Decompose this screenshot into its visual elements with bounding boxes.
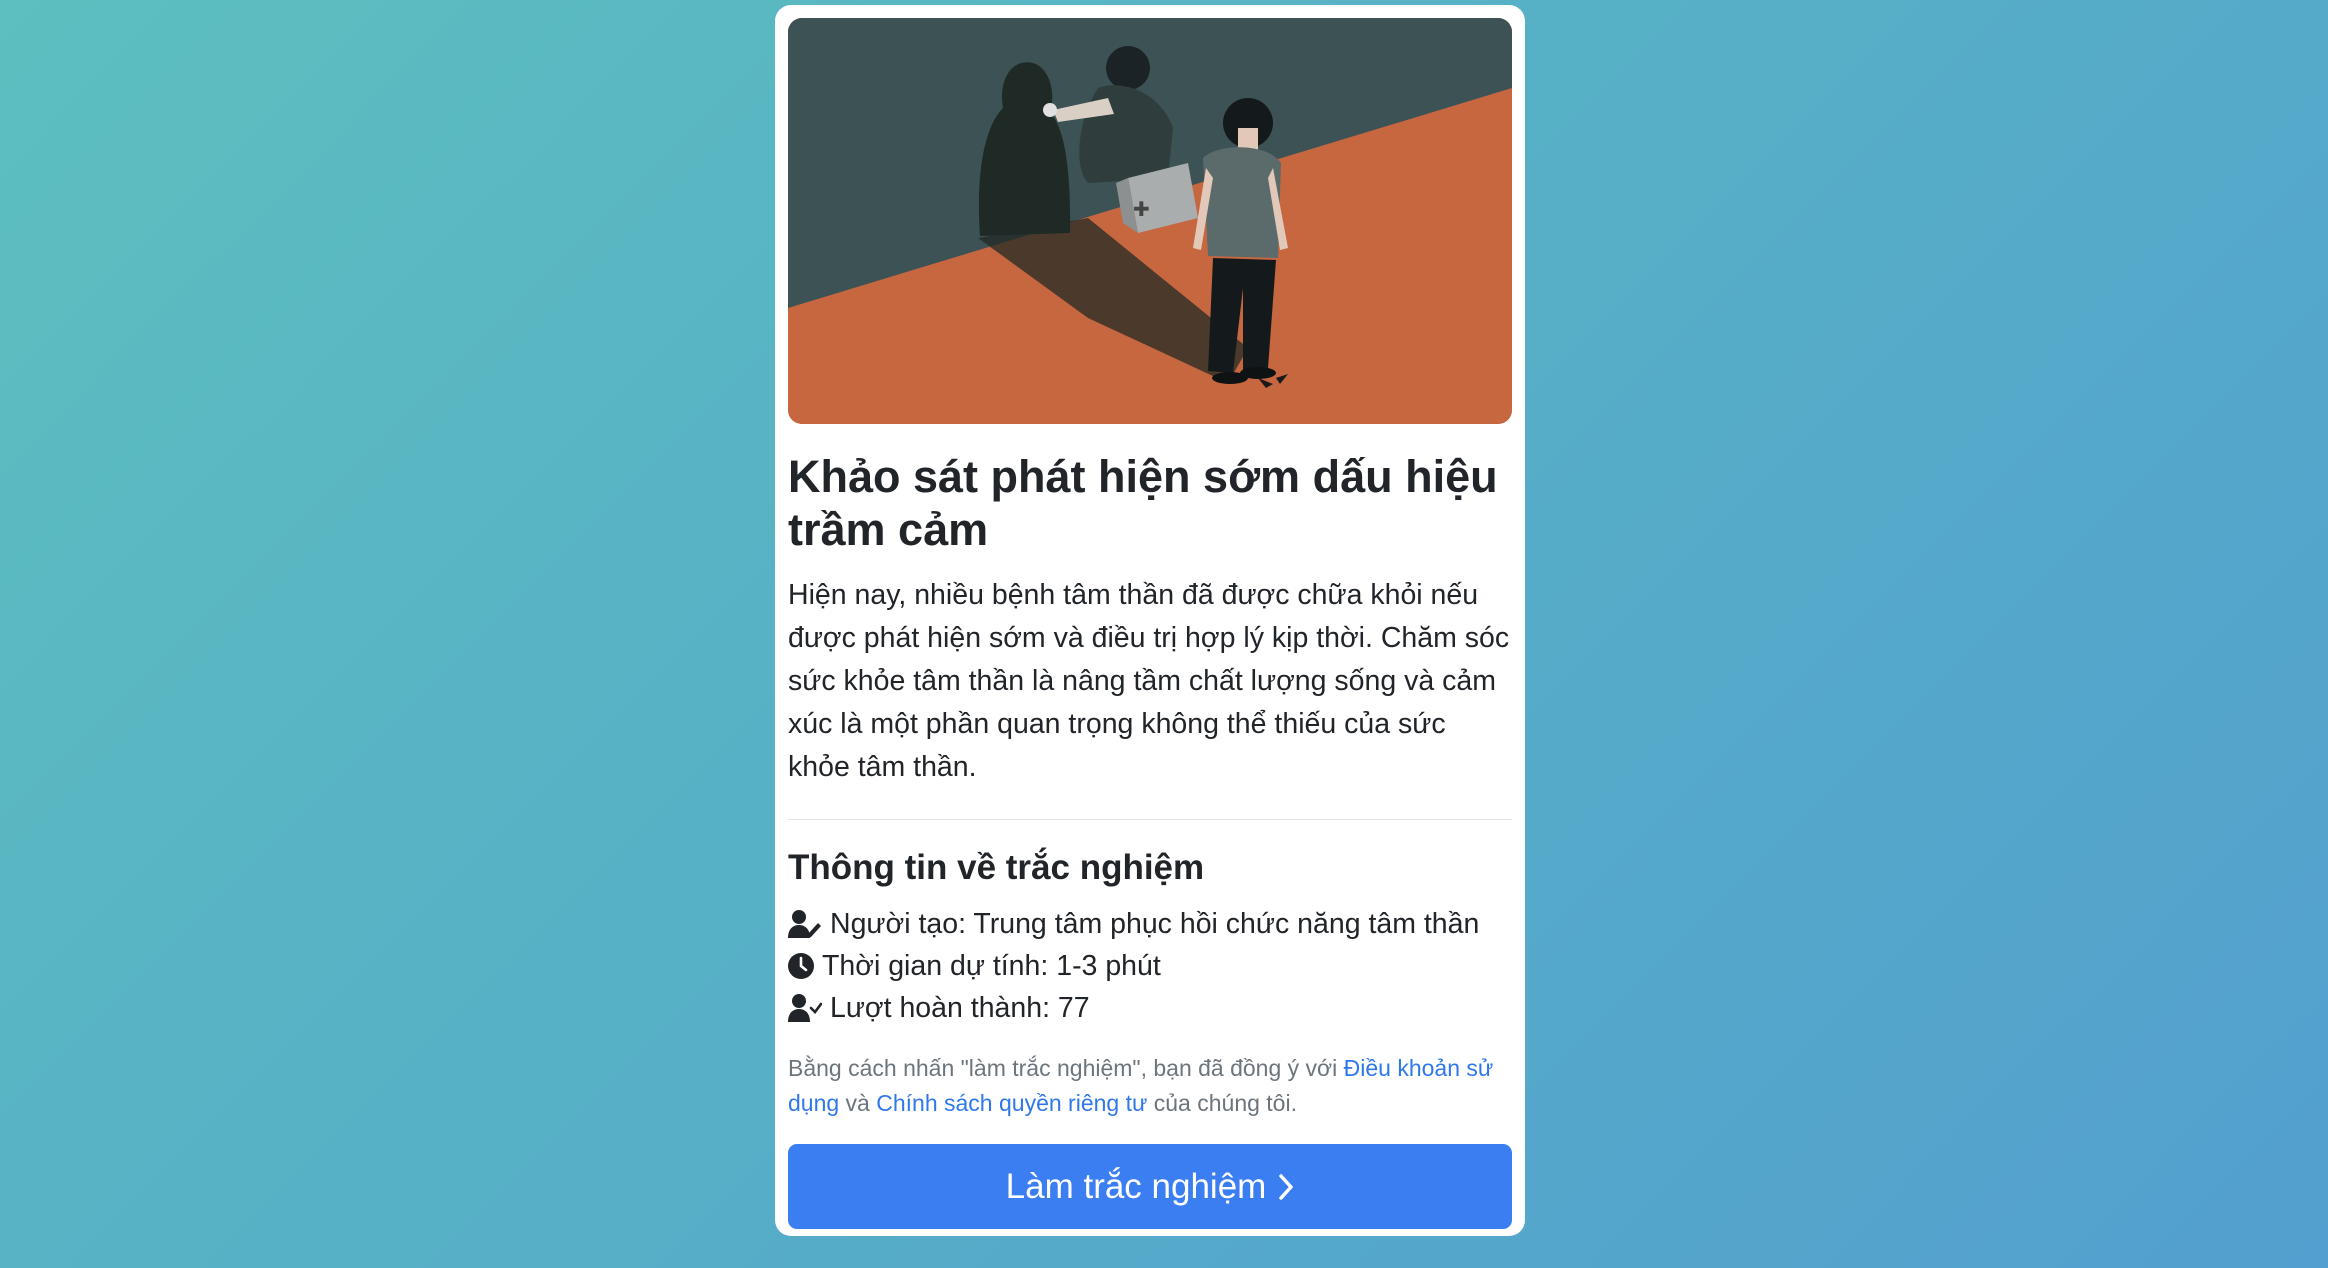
info-heading: Thông tin về trắc nghiệm	[788, 848, 1205, 887]
consent-prefix: Bằng cách nhấn "làm trắc nghiệm", bạn đã…	[788, 1055, 1344, 1081]
start-quiz-label: Làm trắc nghiệm	[1005, 1166, 1267, 1206]
info-creator: Người tạo: Trung tâm phục hồi chức năng …	[788, 903, 1512, 945]
info-creator-text: Người tạo: Trung tâm phục hồi chức năng …	[830, 907, 1480, 940]
user-check-icon	[788, 993, 822, 1023]
info-completions-text: Lượt hoàn thành: 77	[830, 991, 1090, 1024]
consent-suffix: của chúng tôi.	[1147, 1090, 1297, 1116]
info-list: Người tạo: Trung tâm phục hồi chức năng …	[788, 903, 1512, 1029]
divider	[788, 819, 1512, 820]
survey-card: ✚ Khảo sát phát hiện sớm dấu hiệu trầm c…	[775, 5, 1525, 1236]
svg-text:✚: ✚	[1133, 197, 1150, 221]
page-title: Khảo sát phát hiện sớm dấu hiệu trầm cảm	[788, 451, 1498, 555]
hero-illustration-image: ✚	[788, 18, 1512, 424]
consent-middle: và	[839, 1090, 877, 1116]
hero-illustration: ✚	[788, 18, 1512, 424]
chevron-right-icon	[1278, 1173, 1294, 1201]
info-duration: Thời gian dự tính: 1-3 phút	[788, 945, 1512, 987]
consent-text: Bằng cách nhấn "làm trắc nghiệm", bạn đã…	[788, 1051, 1512, 1121]
info-completions: Lượt hoàn thành: 77	[788, 987, 1512, 1029]
privacy-link[interactable]: Chính sách quyền riêng tư	[876, 1090, 1147, 1116]
start-quiz-button[interactable]: Làm trắc nghiệm	[788, 1144, 1512, 1229]
description: Hiện nay, nhiều bệnh tâm thần đã được ch…	[788, 579, 1510, 783]
clock-icon	[788, 951, 814, 981]
info-duration-text: Thời gian dự tính: 1-3 phút	[822, 949, 1161, 982]
user-pen-icon	[788, 909, 822, 939]
